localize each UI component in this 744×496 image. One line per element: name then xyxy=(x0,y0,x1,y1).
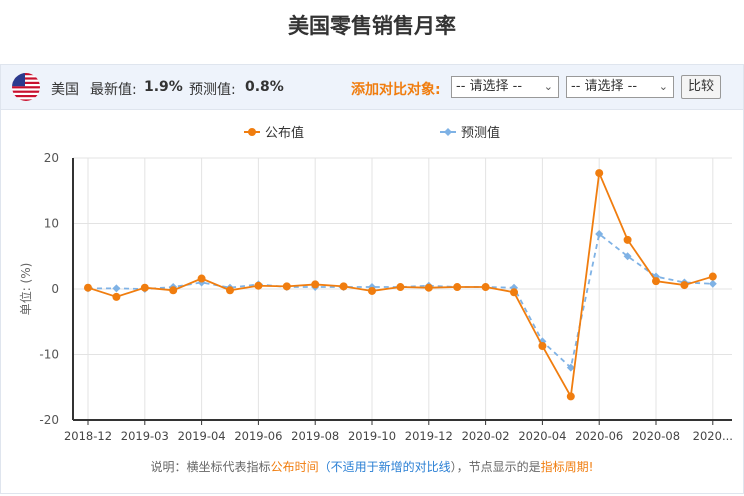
forecast-point xyxy=(112,284,121,293)
legend-actual-label: 公布值 xyxy=(265,125,304,141)
legend-actual-marker xyxy=(248,128,256,136)
actual-point xyxy=(254,281,263,290)
actual-point xyxy=(595,169,604,178)
note-text-4: 不适用于新增的对比线 xyxy=(330,460,451,474)
actual-point xyxy=(623,235,632,244)
note-text-1: 说明：横坐标代表指标 xyxy=(150,460,271,474)
y-axis-label: 单位: (%) xyxy=(18,263,33,316)
actual-point xyxy=(197,274,206,283)
actual-point xyxy=(339,282,348,291)
x-tick-label: 2019-08 xyxy=(291,429,339,443)
actual-point xyxy=(453,283,462,292)
actual-point xyxy=(538,341,547,350)
actual-point xyxy=(311,280,320,289)
forecast-point xyxy=(708,279,717,288)
x-tick-label: 2020-08 xyxy=(632,429,680,443)
legend-forecast-label: 预测值 xyxy=(461,125,500,141)
line-chart: 20 10 0 -10 -20 2018-12 2019-03 2019-04 2019-06 2… xyxy=(18,125,733,443)
actual-point xyxy=(481,283,490,292)
x-tick-label: 2020-06 xyxy=(575,429,623,443)
note-text-5: ），节点显示的是 xyxy=(450,460,541,474)
note-text-3: （ xyxy=(318,460,331,474)
note-text-2: 公布时间 xyxy=(270,460,319,474)
x-tick-label: 2019-06 xyxy=(234,429,282,443)
x-tick-label: 2018-12 xyxy=(64,429,112,443)
x-tick-label: 2019-04 xyxy=(178,429,226,443)
x-tick-label: 2020-04 xyxy=(518,429,566,443)
actual-point xyxy=(566,392,575,401)
forecast-series-line xyxy=(88,232,713,370)
x-tick-label: 2019-03 xyxy=(121,429,169,443)
x-tick-label: 2020... xyxy=(693,429,733,443)
actual-point xyxy=(652,277,660,286)
actual-point xyxy=(226,286,234,295)
actual-point xyxy=(680,281,689,290)
actual-point xyxy=(112,292,121,301)
actual-point xyxy=(282,282,291,291)
x-tick-label: 2019-10 xyxy=(348,429,396,443)
actual-point xyxy=(708,272,717,281)
actual-point xyxy=(396,283,405,292)
actual-point xyxy=(510,288,518,297)
actual-point xyxy=(140,283,149,292)
actual-point xyxy=(424,283,433,292)
actual-point xyxy=(169,286,178,295)
y-tick-label: 20 xyxy=(44,151,59,165)
x-tick-label: 2019-12 xyxy=(405,429,453,443)
note-text-6: 指标周期! xyxy=(540,460,594,474)
chart-note: 说明：横坐标代表指标公布时间（不适用于新增的对比线），节点显示的是指标周期! xyxy=(0,458,744,475)
actual-point xyxy=(84,283,92,292)
y-tick-label: 10 xyxy=(44,217,59,231)
x-tick-label: 2020-02 xyxy=(462,429,510,443)
actual-point xyxy=(368,286,376,295)
y-tick-label: -20 xyxy=(39,413,59,427)
legend-forecast-marker xyxy=(444,128,452,136)
y-tick-label: 0 xyxy=(51,282,59,296)
y-tick-label: -10 xyxy=(39,348,59,362)
